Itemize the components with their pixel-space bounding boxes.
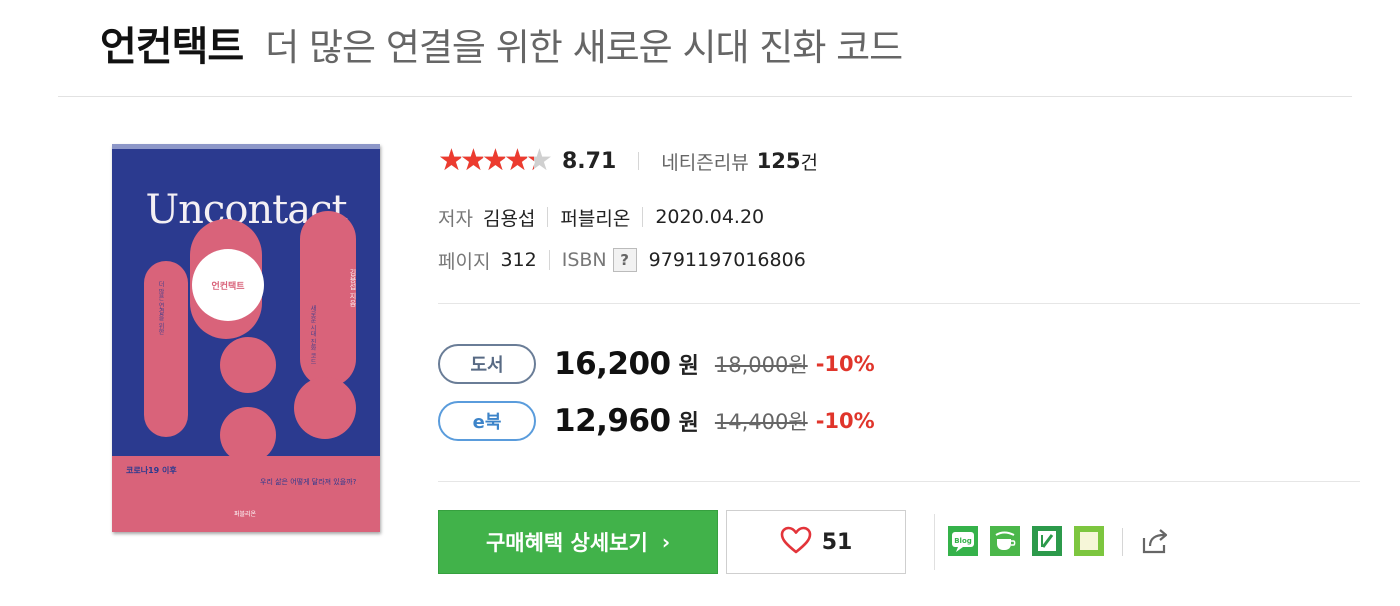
divider [547, 207, 549, 227]
blog-icon-label: Blog [954, 537, 972, 545]
book-price-unit: 원 [678, 354, 699, 379]
share-icon[interactable] [1138, 524, 1172, 558]
share-divider [934, 514, 935, 570]
book-sale-price: 16,200 [554, 346, 671, 382]
cover-shape [220, 337, 276, 393]
cover-shape [144, 261, 188, 437]
book-cover[interactable]: Uncontact 언컨택트 김용섭 지음 더 많은 연결을 위한 새로운 시대… [112, 144, 380, 532]
cover-vertical-text: 새로운 시대 진화 코드 [309, 305, 316, 365]
book-original-price: 18,000원 [714, 353, 808, 377]
heart-icon [780, 526, 812, 558]
star-icon: ★★ [504, 143, 531, 178]
book-price-row: 도서 16,200 원 18,000원 -10% [438, 341, 875, 387]
ebook-price-unit: 원 [678, 411, 699, 436]
star-icon: ★★ [438, 143, 465, 178]
cover-shape [294, 377, 356, 439]
pages-label: 페이지 [438, 250, 491, 273]
like-count: 51 [821, 529, 853, 555]
chevron-right-icon: › [661, 530, 671, 554]
pages-value: 312 [500, 249, 537, 271]
like-button[interactable]: 51 [726, 510, 906, 574]
star-rating: ★★★★★★★★★★ [438, 143, 553, 178]
book-title: 언컨택트 [100, 24, 244, 70]
divider [642, 207, 644, 227]
divider [638, 152, 640, 170]
star-icon: ★★ [460, 143, 487, 178]
cover-subtitle-1: 코로나19 이후 [126, 466, 177, 475]
ebook-original-price: 14,400원 [714, 410, 808, 434]
cover-publisher: 퍼블리온 [234, 511, 257, 518]
section-divider [438, 303, 1360, 304]
share-divider [1122, 528, 1123, 556]
author-label: 저자 [438, 207, 473, 230]
isbn-value: 9791197016806 [648, 249, 806, 271]
star-icon: ★★ [482, 143, 509, 178]
memo-icon[interactable] [1074, 526, 1104, 556]
rating-row: ★★★★★★★★★★ 8.71 네티즌리뷰 125 건 [438, 143, 818, 179]
isbn-row: 페이지 312 ISBN ? 9791197016806 [438, 244, 806, 276]
divider [548, 250, 550, 270]
section-divider [438, 481, 1360, 482]
publisher-link[interactable]: 퍼블리온 [560, 204, 630, 231]
star-icon: ★★ [526, 143, 553, 178]
review-unit: 건 [800, 151, 819, 174]
cover-vertical-text: 더 많은 연결을 위한 [157, 281, 164, 335]
cover-badge: 언컨택트 [192, 249, 264, 321]
title-divider [58, 96, 1352, 97]
ebook-price-row: e북 12,960 원 14,400원 -10% [438, 398, 875, 444]
purchase-benefits-label: 구매혜택 상세보기 [485, 531, 648, 555]
blog-icon[interactable]: Blog [948, 526, 978, 556]
cover-author: 김용섭 지음 [349, 269, 357, 307]
publish-date: 2020.04.20 [655, 206, 765, 228]
isbn-label: ISBN [561, 249, 607, 271]
ebook-format-badge[interactable]: e북 [438, 401, 536, 441]
cover-shape [220, 407, 276, 463]
ebook-sale-price: 12,960 [554, 403, 671, 439]
rating-score: 8.71 [562, 148, 617, 174]
cover-subtitle-2: 우리 삶은 어떻게 달라져 있을까? [260, 478, 357, 486]
book-format-badge[interactable]: 도서 [438, 344, 536, 384]
review-count[interactable]: 125 [757, 149, 801, 173]
author-link[interactable]: 김용섭 [483, 204, 535, 231]
purchase-benefits-button[interactable]: 구매혜택 상세보기 › [438, 510, 718, 574]
book-discount: -10% [815, 352, 875, 376]
review-label[interactable]: 네티즌리뷰 [661, 148, 748, 175]
author-row: 저자 김용섭 퍼블리온 2020.04.20 [438, 201, 764, 233]
book-subtitle: 더 많은 연결을 위한 새로운 시대 진화 코드 [265, 26, 903, 69]
cafe-icon[interactable] [990, 526, 1020, 556]
ebook-discount: -10% [815, 409, 875, 433]
book-title-row: 언컨택트 더 많은 연결을 위한 새로운 시대 진화 코드 [100, 14, 903, 74]
isbn-help-icon[interactable]: ? [612, 248, 637, 272]
post-icon[interactable] [1032, 526, 1062, 556]
